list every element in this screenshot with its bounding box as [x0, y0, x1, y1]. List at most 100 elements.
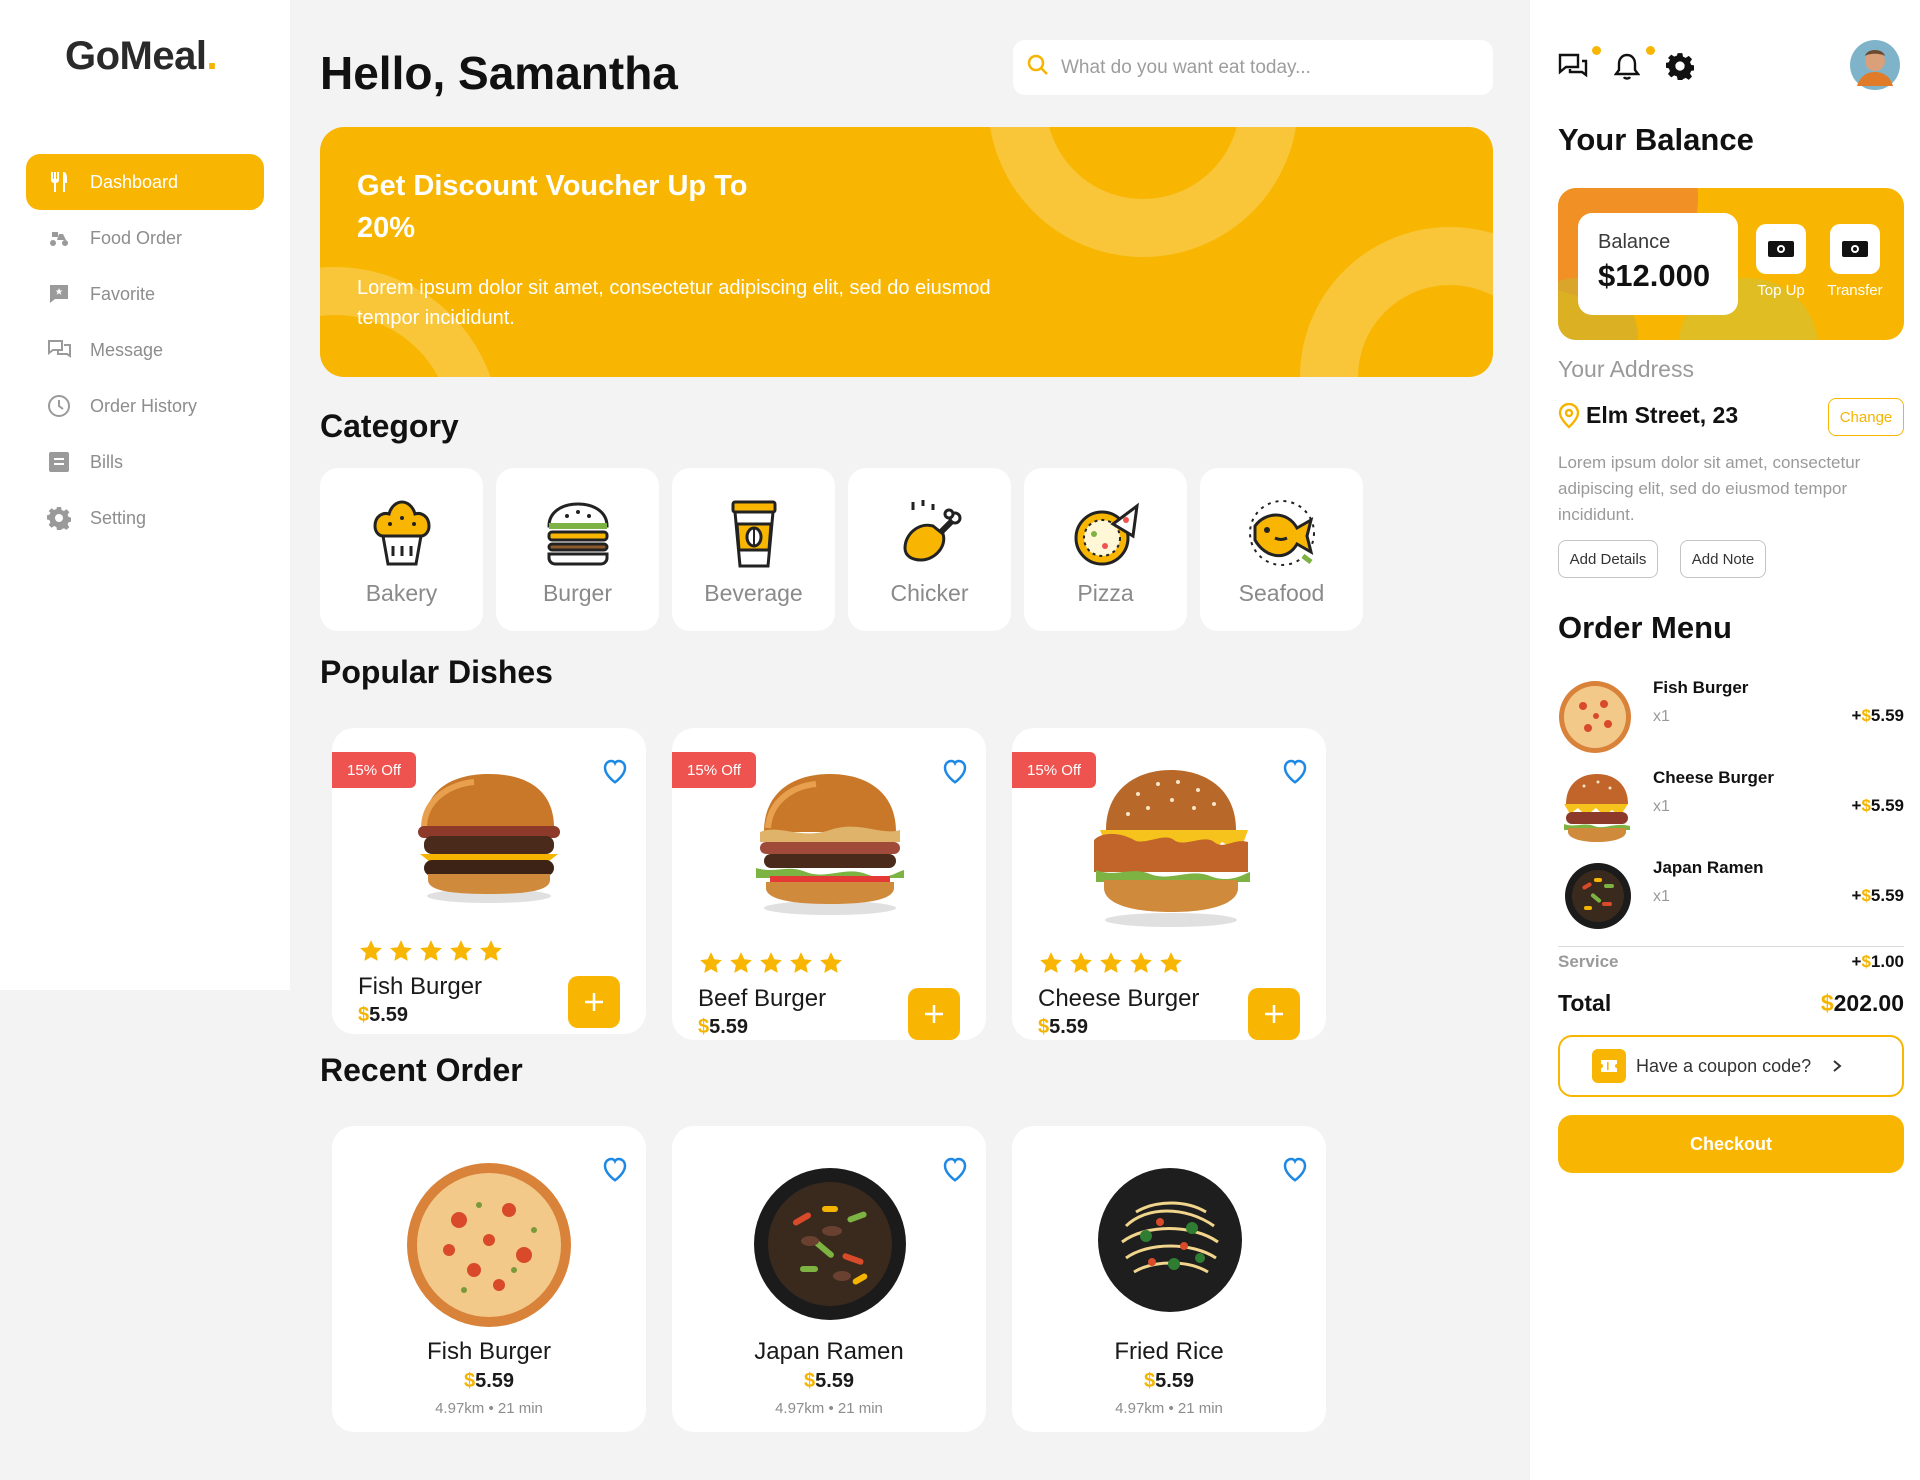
heart-icon[interactable] — [940, 1154, 970, 1184]
sidebar-item-bills[interactable]: Bills — [26, 434, 264, 490]
balance-box: Balance $12.000 — [1578, 213, 1738, 315]
checkout-button[interactable]: Checkout — [1558, 1115, 1904, 1173]
banner-decoration — [1300, 227, 1493, 377]
star-icon — [360, 940, 382, 961]
ramen-image — [754, 1168, 906, 1320]
sidebar-item-order-history[interactable]: Order History — [26, 378, 264, 434]
add-note-button[interactable]: Add Note — [1680, 540, 1766, 578]
order-menu-title: Order Menu — [1558, 610, 1732, 645]
category-chicken[interactable]: Chicker — [848, 468, 1011, 631]
search-icon — [1027, 54, 1049, 81]
ramen-thumbnail — [1565, 863, 1631, 929]
dish-price: $5.59 — [1143, 1370, 1195, 1392]
star-icon — [820, 952, 842, 973]
star-icon — [760, 952, 782, 973]
star-icon — [1130, 952, 1152, 973]
balance-label: Balance — [1598, 231, 1671, 253]
category-seafood[interactable]: Seafood — [1200, 468, 1363, 631]
sidebar-item-food-order[interactable]: Food Order — [26, 210, 264, 266]
right-panel: Your Balance Balance $12.000 Top Up Tran… — [1530, 0, 1920, 1480]
category-label: Seafood — [1238, 580, 1325, 606]
dish-price: $5.59 — [463, 1370, 515, 1392]
rating-stars — [698, 950, 844, 976]
gear-icon[interactable] — [1666, 52, 1694, 80]
star-icon — [480, 940, 502, 961]
heart-icon[interactable] — [940, 756, 970, 786]
star-icon — [790, 952, 812, 973]
star-icon — [700, 952, 722, 973]
search-bar[interactable] — [1013, 40, 1493, 95]
order-item[interactable]: Fish Burger x1 +$5.59 — [1558, 678, 1904, 758]
add-details-button[interactable]: Add Details — [1558, 540, 1658, 578]
star-icon — [730, 952, 752, 973]
dish-card[interactable]: 15% Off Beef Burger $5.59 — [672, 728, 986, 1040]
sidebar-item-message[interactable]: Message — [26, 322, 264, 378]
location-pin-icon — [1558, 402, 1580, 429]
heart-icon[interactable] — [600, 756, 630, 786]
transfer-button[interactable] — [1830, 224, 1880, 274]
category-bakery[interactable]: Bakery — [320, 468, 483, 631]
heart-icon[interactable] — [600, 1154, 630, 1184]
add-to-order-button[interactable] — [1248, 988, 1300, 1040]
plus-icon — [585, 993, 603, 1011]
heart-icon[interactable] — [1280, 1154, 1310, 1184]
transfer-label[interactable]: Transfer — [1810, 282, 1900, 299]
service-value: +$1.00 — [1851, 952, 1905, 971]
dish-price: $5.59 — [358, 1004, 409, 1026]
pizza-image — [407, 1163, 571, 1327]
service-label: Service — [1558, 952, 1619, 971]
order-item-qty: x1 — [1653, 708, 1670, 725]
order-item[interactable]: Cheese Burger x1 +$5.59 — [1558, 768, 1904, 848]
bell-icon[interactable] — [1614, 52, 1640, 80]
recent-order-card[interactable]: Japan Ramen $5.59 4.97km • 21 min — [672, 1126, 986, 1432]
star-icon — [390, 940, 412, 961]
add-to-order-button[interactable] — [908, 988, 960, 1040]
app-logo[interactable]: GoMeal. — [65, 34, 218, 79]
avatar[interactable] — [1850, 40, 1900, 90]
add-to-order-button[interactable] — [568, 976, 620, 1028]
address-street: Elm Street, 23 — [1586, 402, 1739, 428]
plus-icon — [925, 1005, 943, 1023]
utensils-icon — [46, 169, 72, 195]
coupon-text: Have a coupon code? — [1636, 1055, 1812, 1076]
dish-card[interactable]: 15% Off Cheese Burger $5.59 — [1012, 728, 1326, 1040]
order-item-price: +$5.59 — [1851, 796, 1905, 815]
order-item-name: Cheese Burger — [1653, 768, 1774, 787]
rating-stars — [358, 938, 504, 964]
delivery-meta: 4.97km • 21 min — [435, 1400, 543, 1417]
coffee-cup-icon — [731, 500, 776, 568]
coupon-button[interactable]: Have a coupon code? — [1558, 1035, 1904, 1097]
top-up-button[interactable] — [1756, 224, 1806, 274]
fried-rice-image — [1098, 1168, 1242, 1312]
total-label: Total — [1558, 990, 1612, 1016]
sidebar-item-label: Bills — [90, 451, 124, 472]
star-icon — [1040, 952, 1062, 973]
category-pizza[interactable]: Pizza — [1024, 468, 1187, 631]
sidebar-item-favorite[interactable]: Favorite — [26, 266, 264, 322]
category-burger[interactable]: Burger — [496, 468, 659, 631]
order-item[interactable]: Japan Ramen x1 +$5.59 — [1558, 858, 1904, 938]
discount-banner[interactable]: Get Discount Voucher Up To 20% Lorem ips… — [320, 127, 1493, 377]
change-address-button[interactable]: Change — [1828, 398, 1904, 436]
recent-order-card[interactable]: Fried Rice $5.59 4.97km • 21 min — [1012, 1126, 1326, 1432]
recent-order-card[interactable]: Fish Burger $5.59 4.97km • 21 min — [332, 1126, 646, 1432]
coupon-icon — [1592, 1049, 1626, 1083]
order-item-price: +$5.59 — [1851, 886, 1905, 905]
sidebar-item-dashboard[interactable]: Dashboard — [26, 154, 264, 210]
dish-name: Fried Rice — [1114, 1338, 1224, 1365]
sidebar: GoMeal. Dashboard Food Order Favorite Me… — [0, 0, 290, 990]
banner-description: Lorem ipsum dolor sit amet, consectetur … — [357, 277, 991, 329]
sidebar-item-label: Setting — [90, 507, 147, 528]
sidebar-item-setting[interactable]: Setting — [26, 490, 264, 546]
chat-icon[interactable] — [1558, 52, 1588, 80]
notification-dot — [1646, 46, 1655, 55]
search-input[interactable] — [1061, 56, 1471, 79]
category-beverage[interactable]: Beverage — [672, 468, 835, 631]
money-icon — [1842, 241, 1868, 257]
delivery-meta: 4.97km • 21 min — [1115, 1400, 1223, 1417]
category-title: Category — [320, 408, 459, 444]
burger-thumbnail — [1564, 774, 1630, 842]
heart-icon[interactable] — [1280, 756, 1310, 786]
dish-card[interactable]: 15% Off Fish Burger $5.59 — [332, 728, 646, 1034]
order-item-qty: x1 — [1653, 888, 1670, 905]
